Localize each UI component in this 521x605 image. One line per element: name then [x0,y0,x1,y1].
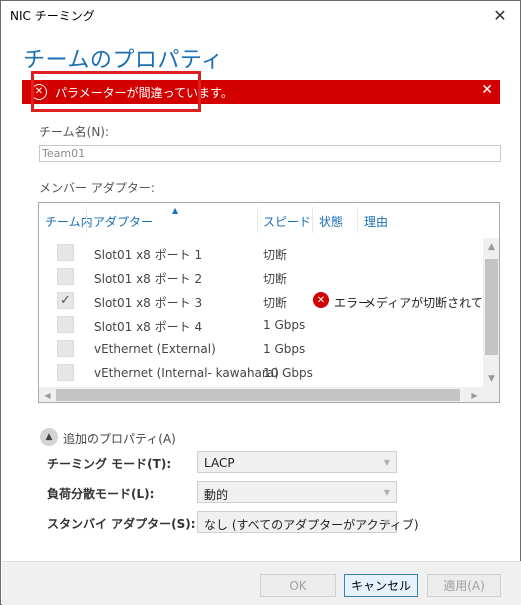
scrollbar-corner [483,387,499,402]
team-name-label: チーム名(N): [39,125,110,139]
nic-teaming-dialog: NIC チーミング ✕ チームのプロパティ ✕ パラメーターが間違っています。 … [0,0,521,605]
adapter-name: Slot01 x8 ポート 4 [94,320,203,334]
cancel-button[interactable]: キャンセル [344,574,418,597]
title-bar: NIC チーミング ✕ [1,1,520,29]
vertical-scrollbar[interactable]: ▲ ▼ [483,238,499,387]
in-team-checkbox[interactable] [57,244,74,261]
teaming-mode-label: チーミング モード(T): [47,457,172,471]
in-team-checkbox[interactable]: ✓ [57,292,74,309]
error-banner: ✕ パラメーターが間違っています。 ✕ [22,80,500,104]
apply-button[interactable]: 適用(A) [427,574,501,597]
adapter-name: Slot01 x8 ポート 2 [94,272,203,286]
column-header-reason[interactable]: 理由 [364,213,388,230]
teaming-mode-value: LACP [204,456,235,470]
chevron-down-icon: ▼ [383,518,390,527]
load-balancing-select[interactable]: 動的 ▼ [197,481,397,503]
dismiss-error-icon[interactable]: ✕ [481,82,493,98]
adapter-speed: 切断 [263,272,288,286]
horizontal-scroll-thumb[interactable] [56,389,460,401]
column-divider [357,207,358,233]
adapter-name: vEthernet (Internal- kawahara) [94,366,279,380]
additional-properties-label[interactable]: 追加のプロパティ(A) [63,430,176,447]
adapter-speed: 1 Gbps [263,342,306,356]
column-header-status[interactable]: 状態 [319,213,343,230]
adapter-speed: 切断 [263,248,288,262]
adapter-row[interactable]: Slot01 x8 ポート 4 1 Gbps [39,313,484,337]
vertical-scroll-thumb[interactable] [485,259,498,355]
member-adapters-label: メンバー アダプター: [39,181,155,195]
window-title: NIC チーミング [10,9,95,23]
error-message: パラメーターが間違っています。 [55,86,233,100]
adapter-reason: メディアが切断されています [364,296,499,310]
scroll-right-icon[interactable]: ▶ [466,387,483,402]
horizontal-scrollbar[interactable]: ◀ ▶ [39,387,483,402]
adapter-row[interactable]: vEthernet (Internal- kawahara) 10 Gbps [39,361,484,385]
column-divider [86,207,87,233]
column-divider [312,207,313,233]
adapter-name: Slot01 x8 ポート 3 [94,296,203,310]
column-header-speed[interactable]: スピード [263,213,311,230]
page-title: チームのプロパティ [23,48,224,73]
adapter-row[interactable]: Slot01 x8 ポート 1 切断 [39,241,484,265]
adapter-row[interactable]: ✓ Slot01 x8 ポート 3 切断 ✕ エラー メディアが切断されています [39,289,499,313]
scroll-left-icon[interactable]: ◀ [39,387,56,402]
in-team-checkbox[interactable] [57,268,74,285]
sort-ascending-icon: ▲ [172,206,179,215]
window-close-icon[interactable]: ✕ [480,1,520,29]
load-balancing-value: 動的 [204,488,229,502]
adapter-row[interactable]: vEthernet (External) 1 Gbps [39,337,484,361]
adapter-name: vEthernet (External) [94,342,216,356]
member-adapters-list[interactable]: チーム内 アダプター ▲ スピード 状態 理由 Slot01 x8 ポート 1 … [38,202,500,403]
teaming-mode-select[interactable]: LACP ▼ [197,451,397,473]
adapter-row[interactable]: Slot01 x8 ポート 2 切断 [39,265,484,289]
adapter-speed: 1 Gbps [263,318,306,332]
scroll-up-icon[interactable]: ▲ [483,238,499,255]
in-team-checkbox[interactable] [57,316,74,333]
standby-adapter-select[interactable]: なし (すべてのアダプターがアクティブ) ▼ [197,511,419,533]
adapter-speed: 切断 [263,296,288,310]
chevron-down-icon: ▼ [383,488,390,497]
dialog-footer: OK キャンセル 適用(A) [2,561,521,605]
in-team-checkbox[interactable] [57,340,74,357]
error-circle-icon: ✕ [31,84,47,100]
ok-button[interactable]: OK [260,574,336,597]
column-divider [257,207,258,233]
load-balancing-label: 負荷分散モード(L): [47,487,155,501]
scroll-down-icon[interactable]: ▼ [483,370,499,387]
adapter-speed: 10 Gbps [263,366,313,380]
chevron-down-icon: ▼ [383,458,390,467]
in-team-checkbox[interactable] [57,364,74,381]
chevron-up-icon[interactable]: ▲ [40,428,58,446]
standby-adapter-label: スタンバイ アダプター(S): [47,517,196,531]
team-name-input[interactable]: Team01 [39,145,501,162]
error-status-icon: ✕ [313,292,329,308]
column-header-adapter[interactable]: アダプター [93,213,153,230]
adapter-name: Slot01 x8 ポート 1 [94,248,203,262]
